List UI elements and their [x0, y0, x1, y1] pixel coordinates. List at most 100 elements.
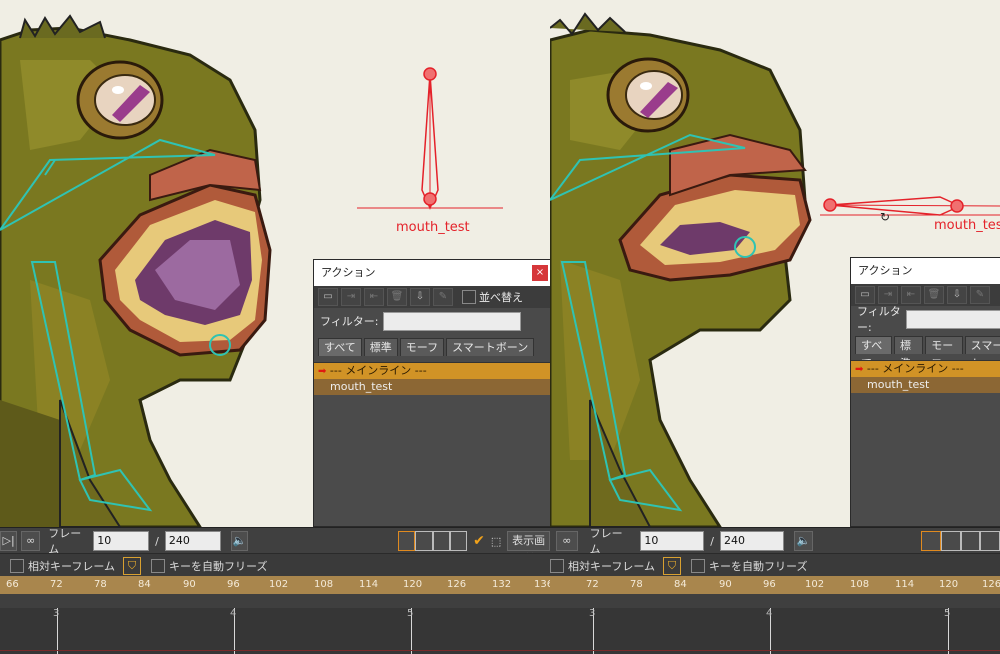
- timeline-tick-label: 4: [230, 608, 237, 619]
- list-item-action[interactable]: mouth_test: [314, 379, 550, 395]
- frame-separator: /: [710, 534, 714, 548]
- list-item-mainline[interactable]: ➡ --- メインライン ---: [851, 361, 1000, 377]
- left-screenshot: mouth_test アクション × ▭ ⇥ ⇤ 🗑 ⇩ ✎ 並べ替え フィルタ…: [0, 0, 550, 654]
- filter-label: フィルター:: [320, 315, 379, 328]
- tab-smartbone[interactable]: スマート: [964, 336, 1000, 370]
- list-item-action[interactable]: mouth_test: [851, 377, 1000, 393]
- timeline-area[interactable]: 3 4 5: [550, 608, 1000, 654]
- action-panel: アクション ▭ ⇥ ⇤ 🗑 ⇩ ✎ フィルター: すべて 標準 モーフ スマート: [850, 257, 1000, 527]
- view-quad-icon[interactable]: [449, 531, 468, 551]
- viewport[interactable]: ↻ mouth_test アクション ▭ ⇥ ⇤ 🗑 ⇩ ✎ フィルター: すべ…: [550, 0, 1000, 527]
- timeline-tick-label: 4: [766, 608, 773, 619]
- ruler-tick: 136: [534, 579, 550, 590]
- end-frame-input[interactable]: 240: [719, 531, 784, 551]
- panel-title-text: アクション: [321, 266, 376, 279]
- bone-label: mouth_test: [396, 220, 470, 235]
- ruler-tick: 90: [719, 579, 732, 590]
- filter-row: フィルター:: [314, 308, 550, 334]
- rename-icon[interactable]: ✎: [433, 288, 453, 306]
- tab-standard[interactable]: 標準: [893, 336, 924, 370]
- frame-input[interactable]: 10: [93, 531, 150, 551]
- quality-button[interactable]: 表示画質: [507, 531, 550, 565]
- ruler-tick: 126: [447, 579, 467, 590]
- key-shape-icon[interactable]: ⛉: [663, 556, 682, 575]
- rename-icon[interactable]: ✎: [970, 286, 990, 304]
- auto-freeze-checkbox[interactable]: [151, 558, 166, 573]
- end-frame-input[interactable]: 240: [164, 531, 221, 551]
- auto-freeze-checkbox[interactable]: [691, 558, 706, 573]
- view-hsplit-icon[interactable]: [432, 531, 450, 551]
- ruler-tick: 84: [138, 579, 151, 590]
- sound-icon[interactable]: 🔈: [230, 531, 249, 551]
- filter-input[interactable]: [382, 311, 521, 331]
- paste-icon[interactable]: ⇤: [901, 286, 921, 304]
- tab-morph[interactable]: モーフ: [399, 338, 445, 356]
- trash-icon[interactable]: 🗑: [924, 286, 944, 304]
- step-end-icon[interactable]: ▷|: [0, 531, 18, 551]
- view-single-icon[interactable]: [921, 531, 942, 551]
- paste-icon[interactable]: ⇤: [364, 288, 384, 306]
- list-item-mainline[interactable]: ➡ --- メインライン ---: [314, 363, 550, 379]
- relative-keys-checkbox[interactable]: [550, 558, 564, 573]
- view-split-icon[interactable]: [415, 531, 433, 551]
- check-icon[interactable]: ✔: [473, 533, 485, 549]
- copy-icon[interactable]: ⇥: [878, 286, 898, 304]
- bone-label: mouth_test: [934, 218, 1000, 233]
- frame-ruler[interactable]: 72 78 84 90 96 102 108 114 120 126: [550, 576, 1000, 594]
- view-quad-icon[interactable]: [980, 531, 1000, 551]
- close-icon[interactable]: ×: [532, 265, 548, 281]
- frame-input[interactable]: 10: [640, 531, 705, 551]
- sound-icon[interactable]: 🔈: [793, 531, 814, 551]
- timeline-area[interactable]: 3 4 5: [0, 608, 550, 654]
- ruler-tick: 90: [183, 579, 196, 590]
- ruler-tick: 66: [6, 579, 19, 590]
- ruler-tick: 120: [939, 579, 959, 590]
- key-shape-icon[interactable]: ⛉: [123, 556, 142, 575]
- ruler-tick: 108: [314, 579, 334, 590]
- playback-bar: ▷| ∞ フレーム 10 / 240 🔈 ✔ ⬚ 表示画質: [0, 527, 550, 565]
- loop-icon[interactable]: ∞: [21, 531, 41, 551]
- timeline-tick-label: 5: [407, 608, 414, 619]
- panel-title-text: アクション: [858, 264, 913, 277]
- sort-checkbox[interactable]: [462, 290, 476, 304]
- frame-ruler[interactable]: 66 72 78 84 90 96 102 108 114 120 126 13…: [0, 576, 550, 594]
- ruler-strip: [550, 594, 1000, 608]
- tab-all[interactable]: すべて: [318, 338, 362, 356]
- view-hsplit-icon[interactable]: [960, 531, 981, 551]
- ruler-tick: 78: [94, 579, 107, 590]
- tab-morph[interactable]: モーフ: [925, 336, 963, 370]
- right-screenshot: ↻ mouth_test アクション ▭ ⇥ ⇤ 🗑 ⇩ ✎ フィルター: すべ…: [550, 0, 1000, 654]
- filter-input[interactable]: [905, 309, 1000, 329]
- svg-text:↻: ↻: [880, 210, 890, 224]
- panel-tabs: すべて 標準 モーフ スマートボーン: [314, 338, 550, 356]
- copy-icon[interactable]: ⇥: [341, 288, 361, 306]
- sort-label: 並べ替え: [479, 291, 523, 304]
- tab-all[interactable]: すべて: [855, 336, 892, 370]
- list-item-label: --- メインライン ---: [866, 362, 964, 375]
- options-bar: ▲ 相対キーフレーム ⛉ キーを自動フリーズ: [550, 553, 1000, 577]
- tab-smartbone[interactable]: スマートボーン: [446, 338, 535, 356]
- crop-icon[interactable]: ⬚: [491, 535, 501, 548]
- ruler-tick: 102: [805, 579, 825, 590]
- new-action-icon[interactable]: ▭: [318, 288, 338, 306]
- new-action-icon[interactable]: ▭: [855, 286, 875, 304]
- track-line: [550, 650, 1000, 651]
- trash-icon[interactable]: 🗑: [387, 288, 407, 306]
- tab-standard[interactable]: 標準: [363, 338, 398, 356]
- timeline-tick-label: 3: [589, 608, 596, 619]
- view-split-icon[interactable]: [941, 531, 961, 551]
- bone-gizmo[interactable]: [355, 60, 505, 220]
- track-line: [0, 650, 550, 651]
- insert-icon[interactable]: ⇩: [947, 286, 967, 304]
- relative-keys-checkbox[interactable]: [10, 558, 24, 573]
- view-single-icon[interactable]: [398, 531, 416, 551]
- ruler-tick: 102: [269, 579, 289, 590]
- frame-separator: /: [155, 534, 159, 548]
- ruler-tick: 132: [492, 579, 512, 590]
- action-panel: アクション × ▭ ⇥ ⇤ 🗑 ⇩ ✎ 並べ替え フィルター: すべて 標準 モ…: [313, 259, 550, 527]
- insert-icon[interactable]: ⇩: [410, 288, 430, 306]
- ruler-strip: [0, 594, 550, 608]
- viewport[interactable]: mouth_test アクション × ▭ ⇥ ⇤ 🗑 ⇩ ✎ 並べ替え フィルタ…: [0, 0, 550, 527]
- auto-freeze-label: キーを自動フリーズ: [169, 559, 268, 573]
- loop-icon[interactable]: ∞: [556, 531, 578, 551]
